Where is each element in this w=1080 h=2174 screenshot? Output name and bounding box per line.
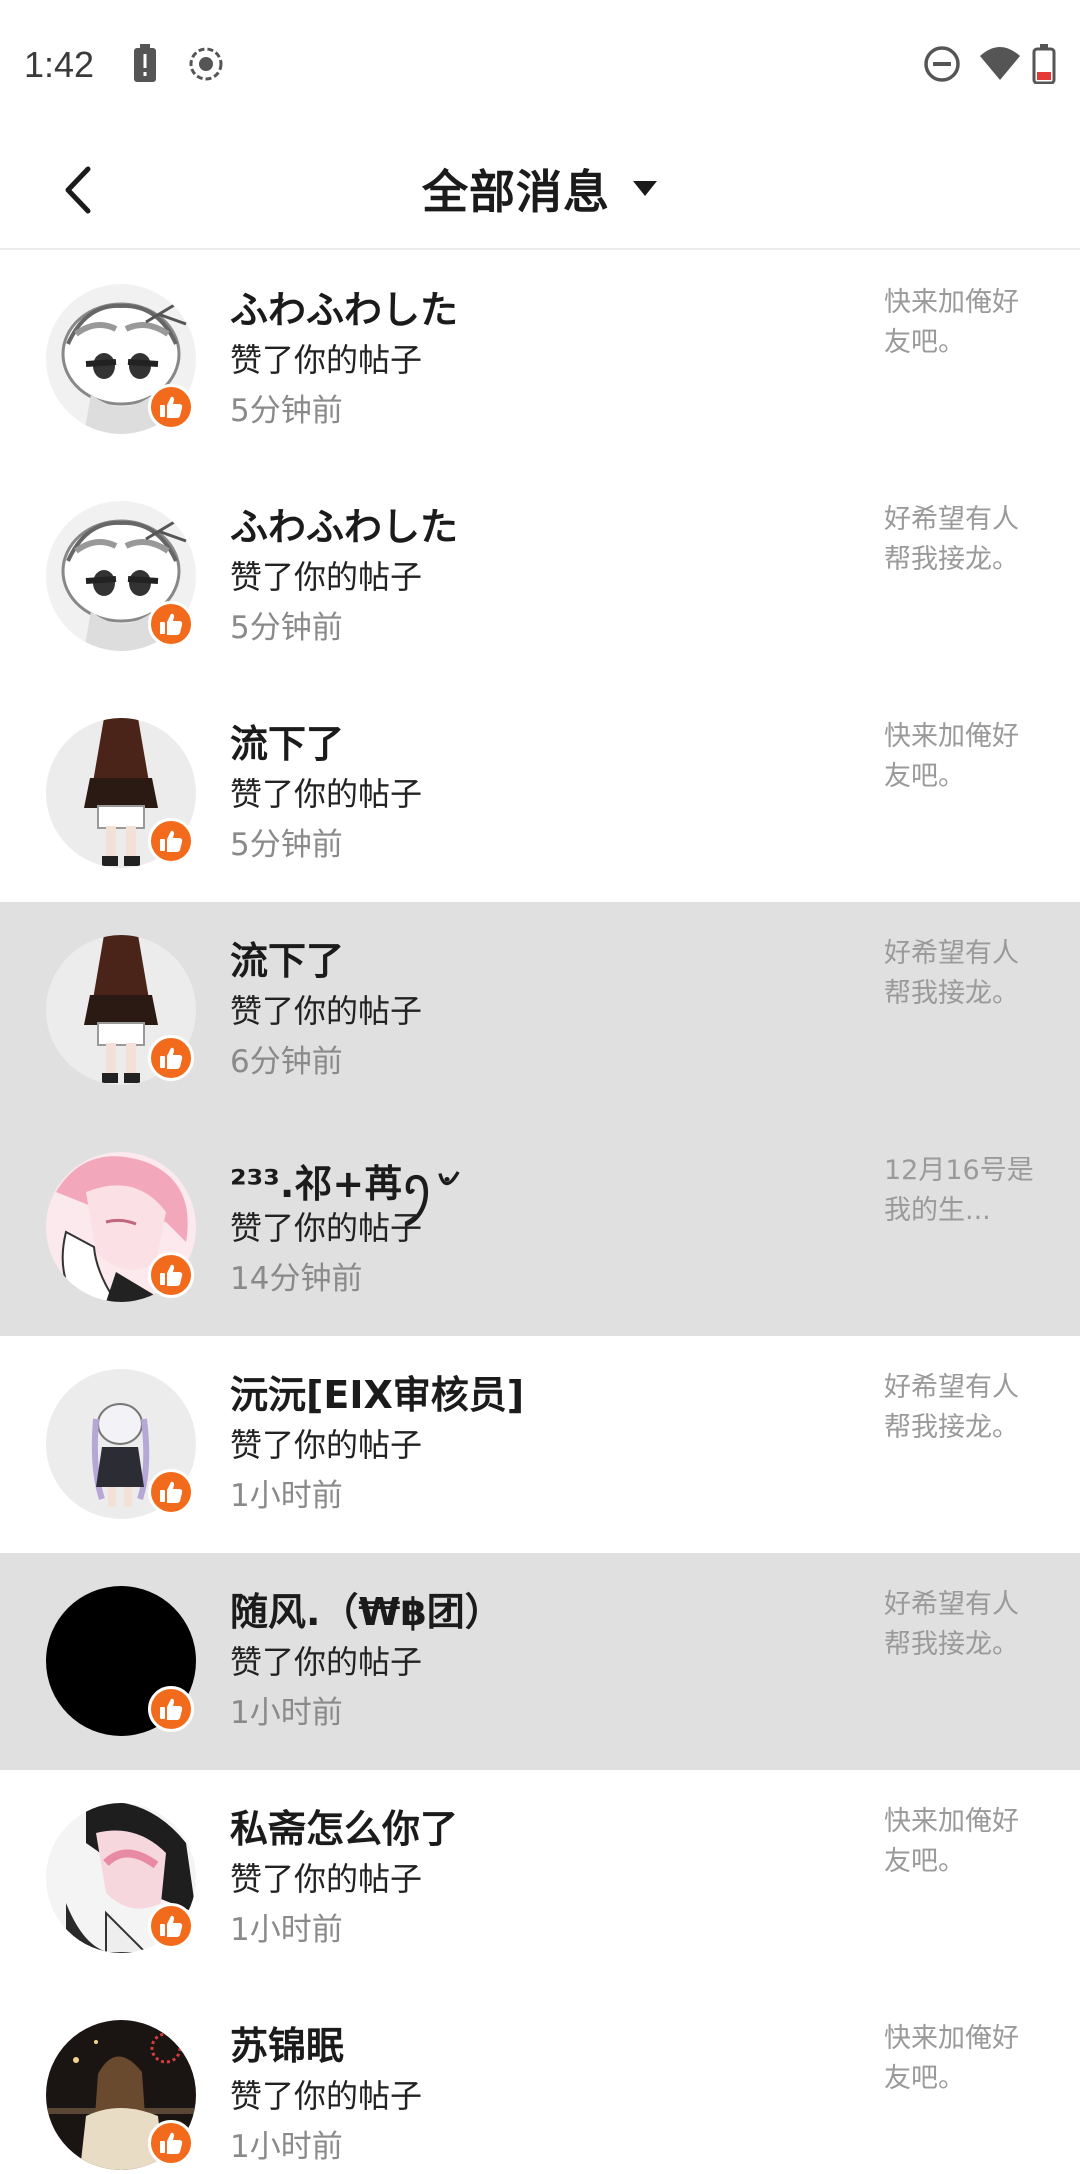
timestamp: 1小时前 — [230, 2129, 343, 2165]
like-badge — [148, 1252, 194, 1298]
action-text: 赞了你的帖子 — [230, 1426, 423, 1464]
message-filter-dropdown[interactable]: 全部消息 — [0, 154, 1080, 224]
action-text: 赞了你的帖子 — [230, 775, 423, 813]
thumbs-up-icon — [160, 1915, 183, 1937]
post-preview: 好希望有人帮我接龙。 — [884, 938, 1019, 1009]
post-preview: 好希望有人帮我接龙。 — [884, 1589, 1019, 1660]
timestamp: 5分钟前 — [230, 610, 343, 646]
thumbs-up-icon — [160, 1698, 183, 1720]
like-badge — [148, 1686, 194, 1732]
timestamp: 5分钟前 — [230, 393, 343, 429]
action-text: 赞了你的帖子 — [230, 2077, 423, 2115]
timestamp: 6分钟前 — [230, 1044, 343, 1080]
status-bar: 1:42 — [0, 0, 1080, 132]
timestamp: 14分钟前 — [230, 1261, 363, 1297]
sender-name: ふわふわした — [230, 288, 459, 332]
wifi-icon — [978, 44, 1022, 88]
notification-row[interactable]: ふわふわした 赞了你的帖子 5分钟前 好希望有人帮我接龙。 — [0, 468, 1080, 685]
action-text: 赞了你的帖子 — [230, 1209, 423, 1247]
timestamp: 1小时前 — [230, 1912, 343, 1948]
like-badge — [148, 818, 194, 864]
thumbs-up-icon — [160, 1481, 183, 1503]
caret-down-icon — [632, 180, 658, 198]
notification-row[interactable]: 私斋怎么你了 赞了你的帖子 1小时前 快来加俺好友吧。 — [0, 1770, 1080, 1987]
sender-name: 流下了 — [230, 722, 345, 766]
post-preview: 好希望有人帮我接龙。 — [884, 504, 1019, 575]
do-not-disturb-icon — [922, 44, 962, 88]
battery-low-icon — [1032, 44, 1056, 88]
sender-name: 流下了 — [230, 939, 345, 983]
timestamp: 1小时前 — [230, 1695, 343, 1731]
sender-name: 随风.（₩฿团） — [230, 1590, 503, 1634]
sender-name: 苏锦眠 — [230, 2024, 345, 2068]
post-preview: 快来加俺好友吧。 — [884, 287, 1019, 358]
post-preview: 快来加俺好友吧。 — [884, 1806, 1019, 1877]
thumbs-up-icon — [160, 396, 183, 418]
post-preview: 快来加俺好友吧。 — [884, 721, 1019, 792]
screen-record-icon — [186, 44, 226, 88]
thumbs-up-icon — [160, 613, 183, 635]
battery-alert-icon — [130, 44, 160, 88]
timestamp: 1小时前 — [230, 1478, 343, 1514]
sender-name: 私斋怎么你了 — [230, 1807, 459, 1851]
post-preview: 快来加俺好友吧。 — [884, 2023, 1019, 2094]
action-text: 赞了你的帖子 — [230, 558, 423, 596]
action-text: 赞了你的帖子 — [230, 341, 423, 379]
notification-row[interactable]: 苏锦眠 赞了你的帖子 1小时前 快来加俺好友吧。 — [0, 1987, 1080, 2174]
notification-row[interactable]: ²³³.祁+苒ꪆ৺ 赞了你的帖子 14分钟前 12月16号是我的生... — [0, 1119, 1080, 1336]
post-preview: 好希望有人帮我接龙。 — [884, 1372, 1019, 1443]
notification-row[interactable]: 流下了 赞了你的帖子 6分钟前 好希望有人帮我接龙。 — [0, 902, 1080, 1119]
thumbs-up-icon — [160, 1264, 183, 1286]
status-time: 1:42 — [24, 44, 95, 85]
post-preview: 12月16号是我的生... — [884, 1155, 1034, 1226]
sender-name: ふわふわした — [230, 505, 459, 549]
app-header: 全部消息 — [0, 132, 1080, 250]
thumbs-up-icon — [160, 2132, 183, 2154]
like-badge — [148, 384, 194, 430]
thumbs-up-icon — [160, 1047, 183, 1069]
like-badge — [148, 1035, 194, 1081]
action-text: 赞了你的帖子 — [230, 992, 423, 1030]
like-badge — [148, 1469, 194, 1515]
like-badge — [148, 601, 194, 647]
timestamp: 5分钟前 — [230, 827, 343, 863]
notification-row[interactable]: 流下了 赞了你的帖子 5分钟前 快来加俺好友吧。 — [0, 685, 1080, 902]
notification-list: ふわふわした 赞了你的帖子 5分钟前 快来加俺好友吧。 ふわふわした 赞了你的帖… — [0, 251, 1080, 2174]
page-title: 全部消息 — [422, 165, 610, 219]
action-text: 赞了你的帖子 — [230, 1643, 423, 1681]
notification-row[interactable]: 随风.（₩฿团） 赞了你的帖子 1小时前 好希望有人帮我接龙。 — [0, 1553, 1080, 1770]
thumbs-up-icon — [160, 830, 183, 852]
action-text: 赞了你的帖子 — [230, 1860, 423, 1898]
notification-row[interactable]: ふわふわした 赞了你的帖子 5分钟前 快来加俺好友吧。 — [0, 251, 1080, 468]
like-badge — [148, 1903, 194, 1949]
sender-name: 沅沅[EIX审核员] — [230, 1373, 525, 1417]
notification-row[interactable]: 沅沅[EIX审核员] 赞了你的帖子 1小时前 好希望有人帮我接龙。 — [0, 1336, 1080, 1553]
like-badge — [148, 2120, 194, 2166]
